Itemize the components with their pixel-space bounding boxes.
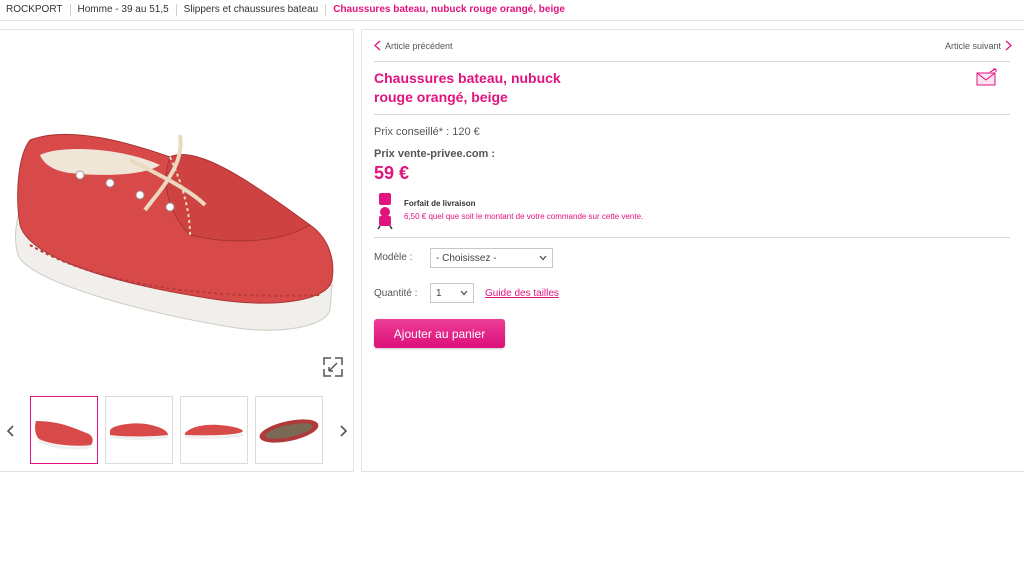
delivery-mascot-icon <box>377 193 393 230</box>
product-info-panel: Article précédent Article suivant Chauss… <box>361 29 1024 472</box>
quantity-select[interactable]: 1 <box>430 283 474 303</box>
sale-price: 59 € <box>374 163 410 183</box>
quantity-select-value: 1 <box>436 287 442 299</box>
breadcrumb-brand[interactable]: ROCKPORT <box>0 4 71 16</box>
thumbnail-3[interactable] <box>180 396 248 464</box>
expand-icon[interactable] <box>322 356 344 378</box>
model-select-value: - Choisissez - <box>436 252 497 264</box>
divider <box>374 237 1010 238</box>
delivery-title: Forfait de livraison <box>404 199 476 208</box>
product-main-image[interactable] <box>10 95 340 335</box>
divider <box>374 114 1010 115</box>
product-title-line2: rouge orangé, beige <box>374 89 508 105</box>
divider <box>374 61 1010 62</box>
previous-article-link[interactable]: Article précédent <box>374 40 453 51</box>
chevron-down-icon <box>539 255 547 261</box>
thumbnail-1[interactable] <box>30 396 98 464</box>
model-label: Modèle : <box>374 252 413 263</box>
next-article-label: Article suivant <box>944 40 1001 51</box>
product-title-line1: Chaussures bateau, nubuck <box>374 70 561 86</box>
sale-price-label: Prix vente-privee.com : <box>374 148 496 160</box>
breadcrumb: ROCKPORT Homme - 39 au 51,5 Slippers et … <box>0 0 1024 21</box>
envelope-icon[interactable] <box>976 68 998 86</box>
next-article-link[interactable]: Article suivant <box>945 40 1012 51</box>
size-guide-link[interactable]: Guide des tailles <box>485 288 559 299</box>
add-to-cart-button[interactable]: Ajouter au panier <box>374 319 505 348</box>
previous-article-label: Article précédent <box>385 40 453 51</box>
thumbnail-next-icon[interactable] <box>336 423 350 439</box>
thumbnail-4[interactable] <box>255 396 323 464</box>
chevron-down-icon <box>460 290 468 296</box>
breadcrumb-current: Chaussures bateau, nubuck rouge orangé, … <box>333 4 565 15</box>
chevron-left-icon <box>374 40 381 51</box>
thumbnail-2[interactable] <box>105 396 173 464</box>
model-select[interactable]: - Choisissez - <box>430 248 553 268</box>
breadcrumb-subcategory[interactable]: Slippers et chaussures bateau <box>177 4 327 16</box>
quantity-label: Quantité : <box>374 288 418 299</box>
chevron-right-icon <box>1005 40 1012 51</box>
product-title: Chaussures bateau, nubuck rouge orangé, … <box>374 69 594 107</box>
msrp-price: Prix conseillé* : 120 € <box>374 126 480 138</box>
thumbnail-prev-icon[interactable] <box>4 423 18 439</box>
breadcrumb-category[interactable]: Homme - 39 au 51,5 <box>71 4 177 16</box>
product-gallery <box>0 29 354 472</box>
delivery-text: 6,50 € quel que soit le montant de votre… <box>404 212 644 221</box>
